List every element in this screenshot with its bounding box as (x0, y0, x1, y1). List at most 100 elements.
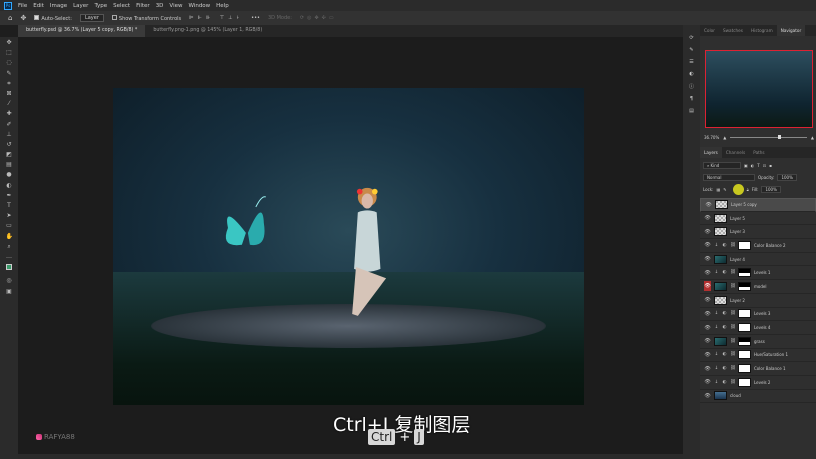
tab-paths[interactable]: Paths (749, 147, 768, 158)
menu-help[interactable]: Help (216, 3, 229, 9)
layer-name[interactable]: Layer 4 (730, 257, 745, 262)
layer-row[interactable]: 👁︎ ↓ ◐ ⛓︎ Levels 3 (700, 308, 816, 322)
link-icon[interactable]: ⛓︎ (730, 284, 736, 289)
visibility-eye-icon[interactable]: 👁︎ (704, 311, 711, 317)
3d-tools-icons[interactable]: ⟳◎✥✣▭ (300, 15, 337, 21)
type-tool-icon[interactable]: T (6, 203, 13, 209)
visibility-eye-icon[interactable]: 👁︎ (704, 215, 711, 221)
menu-edit[interactable]: Edit (33, 3, 44, 9)
layer-name[interactable]: Layer 3 (730, 229, 745, 234)
layer-thumbnail[interactable] (714, 254, 727, 264)
layer-mask-thumbnail[interactable] (738, 336, 751, 346)
libraries-icon[interactable]: ▤ (689, 108, 694, 114)
zoom-in-icon[interactable]: ▲ (811, 135, 814, 140)
link-icon[interactable]: ⛓︎ (730, 325, 736, 330)
path-select-tool-icon[interactable]: ➤ (6, 213, 13, 219)
quick-mask-icon[interactable]: ◎ (6, 278, 13, 284)
zoom-out-icon[interactable]: ▲ (723, 135, 726, 140)
layer-mask-thumbnail[interactable] (738, 323, 751, 333)
layer-name[interactable]: Layer 2 (730, 298, 745, 303)
link-icon[interactable]: ⛓︎ (730, 352, 736, 357)
history-icon[interactable]: ⟳ (689, 35, 693, 41)
move-tool-icon[interactable]: ✥ (6, 40, 13, 46)
auto-select-checkbox[interactable]: Auto-Select: (34, 14, 72, 22)
layer-thumbnail[interactable] (714, 281, 727, 291)
layer-mask-thumbnail[interactable] (738, 364, 751, 374)
adjustments-icon[interactable]: ◐ (689, 71, 693, 77)
clone-stamp-tool-icon[interactable]: ⊥ (6, 131, 13, 138)
layer-row[interactable]: 👁︎ ↓ ◐ ⛓︎ Hue/Saturation 1 (700, 349, 816, 363)
layer-thumbnail[interactable] (715, 200, 728, 210)
home-icon[interactable]: ⌂ (8, 14, 12, 22)
navigator-thumbnail[interactable] (705, 50, 813, 128)
layer-row[interactable]: 👁︎ ⛓︎ model (700, 280, 816, 294)
menu-file[interactable]: File (18, 3, 27, 9)
visibility-eye-icon[interactable]: 👁︎ (704, 352, 711, 358)
layer-name[interactable]: Color Balance 2 (754, 243, 785, 248)
menu-3d[interactable]: 3D (156, 3, 164, 9)
menu-layer[interactable]: Layer (73, 3, 88, 9)
frame-tool-icon[interactable]: ⊠ (6, 90, 13, 97)
filter-icons[interactable]: ▣◐T⊡▪ (744, 163, 775, 168)
blend-mode-dropdown[interactable]: Normal (703, 174, 755, 181)
layer-row[interactable]: 👁︎ Layer 5 (700, 212, 816, 226)
visibility-eye-icon[interactable]: 👁︎ (704, 242, 711, 248)
visibility-eye-icon[interactable]: 👁︎ (704, 229, 711, 235)
healing-tool-icon[interactable]: ✚ (6, 111, 13, 117)
brush-settings-icon[interactable]: ✎ (689, 47, 693, 53)
layer-thumbnail[interactable] (714, 213, 727, 223)
visibility-eye-icon[interactable]: 👁︎ (704, 256, 711, 262)
layer-name[interactable]: Levels 1 (754, 270, 770, 275)
doc-tab-butterfly-png[interactable]: butterfly.png-1.png @ 145% (Layer 1, RGB… (145, 25, 270, 37)
dodge-tool-icon[interactable]: ◐ (6, 182, 13, 189)
pen-tool-icon[interactable]: ✒ (6, 192, 13, 199)
tab-layers[interactable]: Layers (700, 147, 722, 158)
zoom-slider[interactable] (730, 135, 807, 139)
layer-name[interactable]: Levels 4 (754, 325, 770, 330)
layer-row[interactable]: 👁︎ ↓ ◐ ⛓︎ Levels 4 (700, 321, 816, 335)
layer-row[interactable]: 👁︎ ↓ ◐ ⛓︎ Levels 1 (700, 266, 816, 281)
layer-name[interactable]: model (754, 284, 766, 289)
link-icon[interactable]: ⛓︎ (730, 270, 736, 275)
link-icon[interactable]: ⛓︎ (730, 380, 736, 385)
layer-name[interactable]: Levels 2 (754, 380, 770, 385)
menu-window[interactable]: Window (188, 3, 210, 9)
layer-thumbnail[interactable] (714, 295, 727, 305)
layer-mask-thumbnail[interactable] (738, 350, 751, 360)
lasso-tool-icon[interactable]: ◌ (6, 60, 13, 66)
more-tools-icon[interactable]: … (6, 253, 13, 260)
doc-tab-butterfly-psd[interactable]: butterfly.psd @ 36.7% (Layer 5 copy, RGB… (18, 25, 146, 37)
tab-channels[interactable]: Channels (722, 147, 749, 158)
brush-tool-icon[interactable]: ✐ (6, 121, 13, 128)
layer-name[interactable]: Color Balance 1 (754, 366, 785, 371)
lock-icons[interactable]: ▦✎ (716, 187, 729, 192)
layer-row[interactable]: 👁︎ ⛓︎ grass (700, 335, 816, 349)
show-transform-checkbox[interactable]: Show Transform Controls (111, 14, 181, 22)
tab-color[interactable]: Color (700, 25, 719, 36)
layer-name[interactable]: Hue/Saturation 1 (754, 352, 788, 357)
visibility-eye-icon[interactable]: 👁︎ (704, 281, 711, 292)
link-icon[interactable]: ⛓︎ (730, 311, 736, 316)
menu-filter[interactable]: Filter (136, 3, 150, 9)
menu-image[interactable]: Image (50, 3, 67, 9)
visibility-eye-icon[interactable]: 👁︎ (704, 338, 711, 344)
layer-thumbnail[interactable] (714, 336, 727, 346)
layer-row[interactable]: 👁︎ cloud (700, 390, 816, 404)
layer-row[interactable]: 👁︎ ↓ ◐ ⛓︎ Color Balance 1 (700, 362, 816, 376)
layer-row[interactable]: 👁︎ Layer 5 copy (700, 198, 816, 212)
layer-row[interactable]: 👁︎ Layer 4 (700, 253, 816, 267)
layer-row[interactable]: 👁︎ Layer 3 (700, 225, 816, 240)
layer-row[interactable]: 👁︎ ↓ ◐ ⛓︎ Color Balance 2 (700, 239, 816, 253)
visibility-eye-icon[interactable]: 👁︎ (704, 325, 711, 331)
document-canvas-image[interactable] (113, 88, 584, 405)
layer-row[interactable]: 👁︎ Layer 2 (700, 294, 816, 308)
layer-name[interactable]: Layer 5 copy (731, 202, 757, 207)
link-icon[interactable]: ⛓︎ (730, 366, 736, 371)
layer-mask-thumbnail[interactable] (738, 240, 751, 250)
marquee-tool-icon[interactable]: ⬚ (6, 50, 13, 56)
layer-thumbnail[interactable] (714, 391, 727, 401)
properties-icon[interactable]: ☰ (689, 59, 693, 65)
layer-name[interactable]: Levels 3 (754, 311, 770, 316)
history-brush-tool-icon[interactable]: ↺ (6, 141, 13, 148)
hand-tool-icon[interactable]: ✋ (6, 233, 13, 240)
